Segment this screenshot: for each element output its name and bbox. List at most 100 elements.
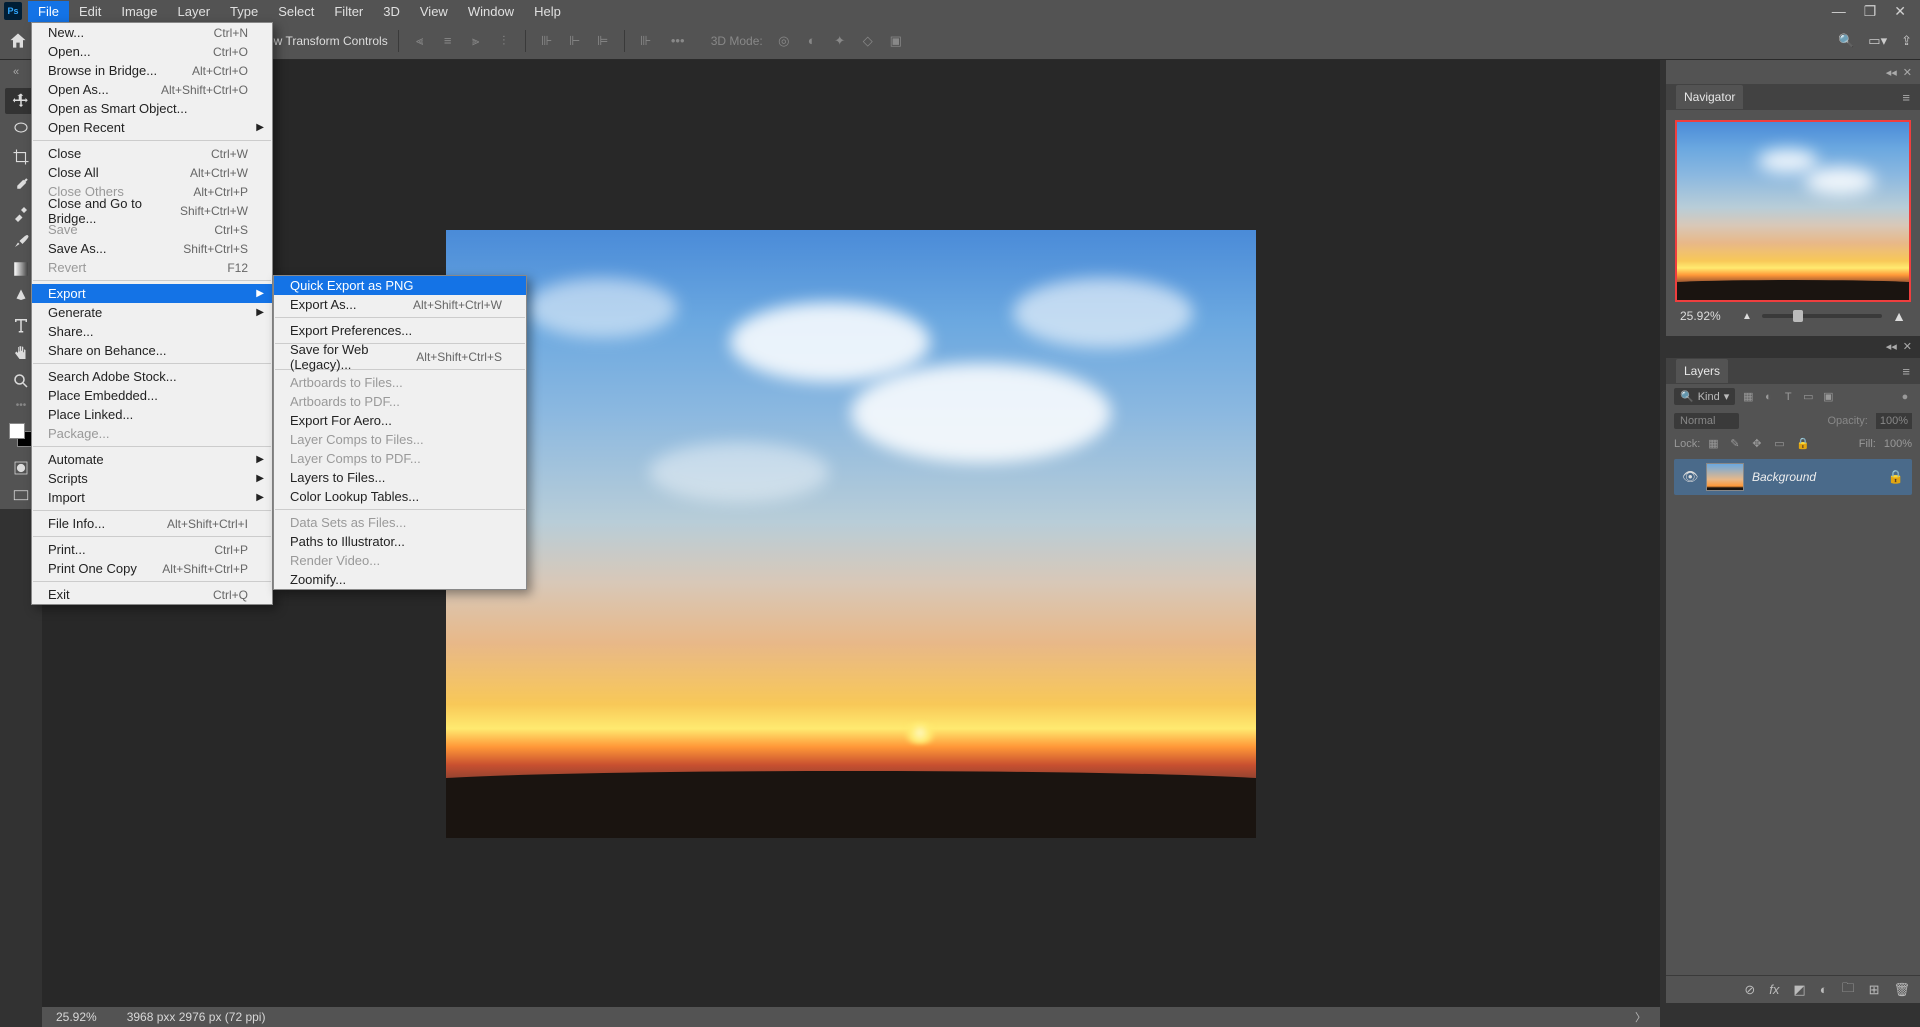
export-menu-item-quick-export-as-png[interactable]: Quick Export as PNG — [274, 276, 526, 295]
navigator-zoom-slider[interactable] — [1762, 314, 1882, 318]
link-layers-icon[interactable]: ⊘ — [1744, 982, 1755, 998]
lock-image-icon[interactable]: ✎ — [1730, 437, 1744, 451]
align-center-h-icon[interactable]: ≡ — [437, 30, 459, 52]
menu-window[interactable]: Window — [458, 1, 524, 22]
minimize-button[interactable]: — — [1832, 3, 1846, 20]
zoom-out-icon[interactable]: ▲ — [1742, 311, 1752, 322]
fill-value[interactable]: 100% — [1884, 438, 1912, 450]
file-menu-item-exit[interactable]: ExitCtrl+Q — [32, 585, 272, 604]
menu-filter[interactable]: Filter — [324, 1, 373, 22]
visibility-eye-icon[interactable]: 👁 — [1682, 469, 1698, 485]
distribute-3-icon[interactable]: ⊫ — [592, 30, 614, 52]
collapse-left-icon[interactable]: ◂◂ — [1886, 66, 1897, 79]
file-menu-item-export[interactable]: Export▶ — [32, 284, 272, 303]
filter-type-icon[interactable]: T — [1781, 390, 1795, 404]
file-menu-item-print-one-copy[interactable]: Print One CopyAlt+Shift+Ctrl+P — [32, 559, 272, 578]
panel-close-icon[interactable]: ✕ — [1903, 340, 1912, 358]
align-top-icon[interactable]: ⫶ — [493, 30, 515, 52]
lock-position-icon[interactable]: ✥ — [1752, 437, 1766, 451]
lock-transparent-icon[interactable]: ▦ — [1708, 437, 1722, 451]
file-menu-item-automate[interactable]: Automate▶ — [32, 450, 272, 469]
filter-pixel-icon[interactable]: ▦ — [1741, 390, 1755, 404]
blend-mode-dropdown[interactable]: Normal — [1674, 413, 1739, 429]
filter-toggle-icon[interactable]: ● — [1898, 390, 1912, 404]
home-icon[interactable] — [8, 31, 28, 51]
file-menu-item-place-embedded[interactable]: Place Embedded... — [32, 386, 272, 405]
navigator-tab[interactable]: Navigator — [1676, 85, 1743, 109]
filter-smart-icon[interactable]: ▣ — [1821, 390, 1835, 404]
workspace-icon[interactable]: ▭▾ — [1868, 33, 1887, 49]
menu-layer[interactable]: Layer — [168, 1, 221, 22]
share-icon[interactable]: ⇪ — [1901, 33, 1912, 49]
navigator-thumbnail[interactable] — [1675, 120, 1911, 302]
group-icon[interactable]: 🗀 — [1842, 979, 1855, 1001]
file-menu-item-close-all[interactable]: Close AllAlt+Ctrl+W — [32, 163, 272, 182]
export-menu-item-export-for-aero[interactable]: Export For Aero... — [274, 411, 526, 430]
align-left-icon[interactable]: ⫷ — [409, 30, 431, 52]
layer-name[interactable]: Background — [1752, 470, 1880, 484]
more-options-icon[interactable]: ••• — [667, 30, 689, 52]
layer-mask-icon[interactable]: ◩ — [1793, 982, 1805, 998]
filter-shape-icon[interactable]: ▭ — [1801, 390, 1815, 404]
panel-menu-icon[interactable]: ≡ — [1902, 90, 1910, 105]
layer-fx-icon[interactable]: fx — [1769, 982, 1779, 997]
lock-all-icon[interactable]: 🔒 — [1796, 437, 1810, 451]
search-icon[interactable]: 🔍 — [1838, 33, 1854, 49]
file-menu-item-file-info[interactable]: File Info...Alt+Shift+Ctrl+I — [32, 514, 272, 533]
file-menu-item-share[interactable]: Share... — [32, 322, 272, 341]
opacity-value[interactable]: 100% — [1876, 413, 1912, 429]
file-menu-item-place-linked[interactable]: Place Linked... — [32, 405, 272, 424]
close-button[interactable]: ✕ — [1894, 3, 1906, 20]
layers-tab[interactable]: Layers — [1676, 359, 1728, 383]
lock-icon[interactable]: 🔒 — [1888, 469, 1904, 485]
file-menu-item-close-and-go-to-bridge[interactable]: Close and Go to Bridge...Shift+Ctrl+W — [32, 201, 272, 220]
layer-row[interactable]: 👁 Background 🔒 — [1674, 459, 1912, 495]
file-menu-item-import[interactable]: Import▶ — [32, 488, 272, 507]
filter-kind-dropdown[interactable]: 🔍 Kind ▾ — [1674, 388, 1735, 405]
file-menu-item-open-as[interactable]: Open As...Alt+Shift+Ctrl+O — [32, 80, 272, 99]
collapsed-tab-strip[interactable]: « — [0, 60, 32, 84]
file-menu-item-scripts[interactable]: Scripts▶ — [32, 469, 272, 488]
panel-menu-icon[interactable]: ≡ — [1902, 364, 1910, 379]
file-menu-item-new[interactable]: New...Ctrl+N — [32, 23, 272, 42]
align-right-icon[interactable]: ⫸ — [465, 30, 487, 52]
export-menu-item-color-lookup-tables[interactable]: Color Lookup Tables... — [274, 487, 526, 506]
adjustment-layer-icon[interactable]: ◐ — [1820, 982, 1828, 997]
distribute-2-icon[interactable]: ⊩ — [564, 30, 586, 52]
file-menu-item-search-adobe-stock[interactable]: Search Adobe Stock... — [32, 367, 272, 386]
navigator-zoom-value[interactable]: 25.92% — [1680, 309, 1732, 323]
status-zoom[interactable]: 25.92% — [56, 1010, 97, 1024]
filter-adjust-icon[interactable]: ◐ — [1761, 390, 1775, 404]
zoom-in-icon[interactable]: ▲ — [1892, 308, 1906, 324]
menu-image[interactable]: Image — [111, 1, 167, 22]
menu-help[interactable]: Help — [524, 1, 571, 22]
export-menu-item-paths-to-illustrator[interactable]: Paths to Illustrator... — [274, 532, 526, 551]
file-menu-item-open-as-smart-object[interactable]: Open as Smart Object... — [32, 99, 272, 118]
collapse-left-icon[interactable]: ◂◂ — [1886, 340, 1897, 358]
menu-type[interactable]: Type — [220, 1, 268, 22]
layer-thumbnail[interactable] — [1706, 463, 1744, 491]
export-menu-item-export-preferences[interactable]: Export Preferences... — [274, 321, 526, 340]
menu-edit[interactable]: Edit — [69, 1, 111, 22]
new-layer-icon[interactable]: ⊞ — [1869, 982, 1880, 998]
distribute-1-icon[interactable]: ⊪ — [536, 30, 558, 52]
lock-artboard-icon[interactable]: ▭ — [1774, 437, 1788, 451]
delete-layer-icon[interactable]: 🗑 — [1893, 982, 1910, 998]
file-menu-item-share-on-behance[interactable]: Share on Behance... — [32, 341, 272, 360]
file-menu-item-open[interactable]: Open...Ctrl+O — [32, 42, 272, 61]
file-menu-item-print[interactable]: Print...Ctrl+P — [32, 540, 272, 559]
align-more-icon[interactable]: ⊪ — [635, 30, 657, 52]
maximize-button[interactable]: ❐ — [1864, 3, 1877, 20]
export-menu-item-zoomify[interactable]: Zoomify... — [274, 570, 526, 589]
export-menu-item-export-as[interactable]: Export As...Alt+Shift+Ctrl+W — [274, 295, 526, 314]
file-menu-item-close[interactable]: CloseCtrl+W — [32, 144, 272, 163]
menu-select[interactable]: Select — [268, 1, 324, 22]
color-swatch-icon[interactable] — [9, 423, 33, 447]
file-menu-item-browse-in-bridge[interactable]: Browse in Bridge...Alt+Ctrl+O — [32, 61, 272, 80]
menu-view[interactable]: View — [410, 1, 458, 22]
status-doc-info[interactable]: 3968 pxx 2976 px (72 ppi) — [127, 1010, 266, 1024]
export-menu-item-save-for-web-legacy[interactable]: Save for Web (Legacy)...Alt+Shift+Ctrl+S — [274, 347, 526, 366]
document-canvas[interactable] — [446, 230, 1256, 838]
status-chevron-icon[interactable]: 〉 — [1635, 1009, 1646, 1025]
panel-close-icon[interactable]: ✕ — [1903, 66, 1912, 79]
